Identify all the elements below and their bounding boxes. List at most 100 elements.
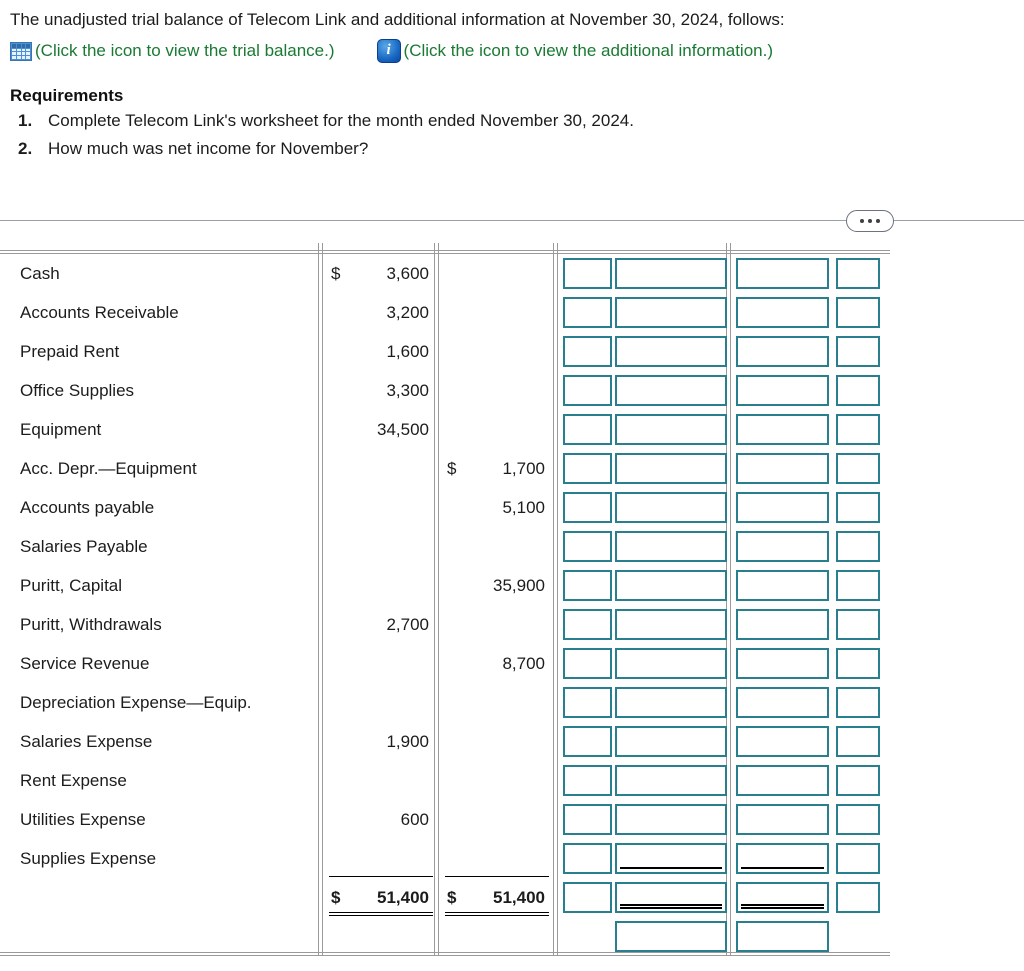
info-icon[interactable]	[376, 39, 401, 63]
worksheet-input-box[interactable]	[736, 882, 829, 913]
worksheet-input-box[interactable]	[615, 687, 727, 718]
input-cell-slot	[836, 683, 880, 722]
worksheet-input-box[interactable]	[836, 531, 880, 562]
worksheet-input-box[interactable]	[615, 453, 727, 484]
worksheet-input-box[interactable]	[563, 414, 612, 445]
worksheet-input-box[interactable]	[836, 414, 880, 445]
worksheet-input-box[interactable]	[836, 453, 880, 484]
worksheet-input-box[interactable]	[615, 336, 727, 367]
debit-cell: $3,600	[327, 254, 435, 293]
column-separator-1	[318, 243, 323, 956]
worksheet-input-box[interactable]	[615, 297, 727, 328]
account-label: Service Revenue	[20, 654, 150, 673]
worksheet-input-box[interactable]	[736, 687, 829, 718]
worksheet-input-box[interactable]	[736, 258, 829, 289]
worksheet-input-box[interactable]	[615, 609, 727, 640]
worksheet-input-box[interactable]	[836, 258, 880, 289]
worksheet-input-box[interactable]	[563, 882, 612, 913]
worksheet-input-box[interactable]	[736, 492, 829, 523]
worksheet-input-box[interactable]	[836, 336, 880, 367]
worksheet-input-box[interactable]	[563, 570, 612, 601]
input-cell-slot	[836, 254, 880, 293]
worksheet-input-box[interactable]	[836, 375, 880, 406]
worksheet-input-box[interactable]	[736, 609, 829, 640]
worksheet-input-box[interactable]	[736, 336, 829, 367]
worksheet-input-box[interactable]	[615, 648, 727, 679]
worksheet-input-box[interactable]	[615, 804, 727, 835]
worksheet-input-box[interactable]	[563, 453, 612, 484]
worksheet-input-box[interactable]	[563, 765, 612, 796]
worksheet-input-box[interactable]	[563, 687, 612, 718]
worksheet-input-box[interactable]	[615, 570, 727, 601]
worksheet-input-box[interactable]	[736, 414, 829, 445]
worksheet-input-box[interactable]	[836, 804, 880, 835]
worksheet-input-box[interactable]	[563, 297, 612, 328]
worksheet-input-box[interactable]	[736, 648, 829, 679]
worksheet-input-box[interactable]	[736, 843, 829, 874]
worksheet-input-box[interactable]	[563, 726, 612, 757]
worksheet-input-box[interactable]	[615, 258, 727, 289]
worksheet-input-box[interactable]	[836, 609, 880, 640]
worksheet-input-box[interactable]	[736, 921, 829, 952]
worksheet-input-box[interactable]	[615, 843, 727, 874]
input-cell-slot	[615, 839, 727, 878]
worksheet-input-box[interactable]	[563, 843, 612, 874]
worksheet-input-box[interactable]	[563, 648, 612, 679]
debit-cell: 3,200	[327, 293, 435, 332]
worksheet-input-box[interactable]	[836, 648, 880, 679]
worksheet-input-box[interactable]	[836, 492, 880, 523]
more-options-button[interactable]	[846, 210, 894, 232]
input-cell-slot	[615, 683, 727, 722]
worksheet-input-box[interactable]	[836, 687, 880, 718]
credit-cell: 8,700	[443, 644, 551, 683]
input-cell-slot	[836, 800, 880, 839]
worksheet-input-box[interactable]	[615, 726, 727, 757]
worksheet-input-box[interactable]	[563, 531, 612, 562]
worksheet-input-box[interactable]	[736, 570, 829, 601]
worksheet-input-box[interactable]	[736, 804, 829, 835]
worksheet-input-box[interactable]	[563, 492, 612, 523]
worksheet-input-box[interactable]	[615, 882, 727, 913]
input-cell-slot	[615, 761, 727, 800]
input-cell-slot	[563, 761, 612, 800]
worksheet-table: Cash Accounts Receivable Prepaid Rent Of…	[0, 243, 890, 962]
worksheet-input-box[interactable]	[615, 414, 727, 445]
additional-information-link[interactable]: (Click the icon to view the additional i…	[376, 39, 773, 63]
worksheet-input-box[interactable]	[615, 375, 727, 406]
worksheet-input-box[interactable]	[615, 531, 727, 562]
worksheet-input-box[interactable]	[563, 258, 612, 289]
worksheet-input-box[interactable]	[563, 804, 612, 835]
input-cell-slot	[836, 410, 880, 449]
worksheet-input-box[interactable]	[736, 726, 829, 757]
worksheet-input-box[interactable]	[736, 765, 829, 796]
worksheet-input-box[interactable]	[836, 726, 880, 757]
input-cell-slot	[736, 566, 829, 605]
worksheet-input-box[interactable]	[615, 921, 727, 952]
table-grid-icon[interactable]	[10, 41, 32, 61]
credit-total-cell: $ 51,400	[443, 876, 551, 917]
worksheet-input-box[interactable]	[836, 570, 880, 601]
input-cell-slot	[563, 449, 612, 488]
worksheet-input-box[interactable]	[836, 843, 880, 874]
worksheet-input-box[interactable]	[736, 375, 829, 406]
worksheet-input-box[interactable]	[615, 492, 727, 523]
worksheet-input-box[interactable]	[736, 453, 829, 484]
worksheet-input-box[interactable]	[563, 375, 612, 406]
trial-balance-link[interactable]: (Click the icon to view the trial balanc…	[10, 40, 335, 62]
trial-balance-link-label[interactable]: (Click the icon to view the trial balanc…	[35, 40, 335, 62]
additional-information-link-label[interactable]: (Click the icon to view the additional i…	[404, 40, 773, 62]
input-cell-slot	[836, 878, 880, 917]
worksheet-input-box[interactable]	[563, 609, 612, 640]
credit-cell	[443, 293, 551, 332]
worksheet-input-box[interactable]	[563, 336, 612, 367]
worksheet-input-box[interactable]	[615, 765, 727, 796]
input-cell-slot	[563, 410, 612, 449]
worksheet-input-box[interactable]	[736, 297, 829, 328]
account-label: Rent Expense	[20, 771, 127, 790]
worksheet-input-box[interactable]	[836, 765, 880, 796]
input-cell-slot	[736, 878, 829, 917]
worksheet-input-box[interactable]	[736, 531, 829, 562]
worksheet-input-box[interactable]	[836, 297, 880, 328]
debit-cell: 34,500	[327, 410, 435, 449]
worksheet-input-box[interactable]	[836, 882, 880, 913]
